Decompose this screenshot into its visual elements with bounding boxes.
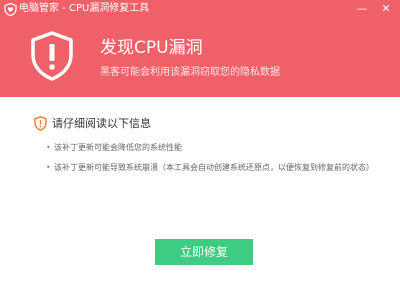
list-item: • 该补丁更新可能导致系统崩溃（本工具会自动创建系统还原点，以便恢复到修复前的状…	[46, 158, 374, 178]
minimize-button[interactable]: —	[352, 0, 372, 18]
bullet: •	[46, 163, 51, 172]
list-item: • 该补丁更新可能会降低您的系统性能	[46, 138, 374, 158]
close-button[interactable]: ✕	[376, 0, 396, 18]
repair-now-button[interactable]: 立即修复	[155, 239, 253, 265]
shield-heart-icon	[4, 3, 17, 16]
info-list: • 该补丁更新可能会降低您的系统性能 • 该补丁更新可能导致系统崩溃（本工具会自…	[46, 138, 374, 178]
alert-header: 电脑管家 - CPU漏洞修复工具 — ✕ 发现CPU漏洞 黑客可能会利用该漏洞窃…	[0, 0, 400, 97]
list-item-text: 该补丁更新可能导致系统崩溃（本工具会自动创建系统还原点，以便恢复到修复前的状态）	[54, 163, 374, 172]
headline: 发现CPU漏洞	[100, 38, 203, 58]
title-bar[interactable]: 电脑管家 - CPU漏洞修复工具 — ✕	[0, 0, 400, 20]
list-item-text: 该补丁更新可能会降低您的系统性能	[54, 143, 182, 152]
cpu-vulnerability-repair-window: 电脑管家 - CPU漏洞修复工具 — ✕ 发现CPU漏洞 黑客可能会利用该漏洞窃…	[0, 0, 400, 282]
window-title: 电脑管家 - CPU漏洞修复工具	[19, 3, 150, 14]
bullet: •	[46, 143, 51, 152]
warning-shield-icon	[34, 116, 47, 131]
shield-alert-icon	[31, 31, 73, 81]
notice-title: 请仔细阅读以下信息	[52, 117, 151, 130]
subheadline: 黑客可能会利用该漏洞窃取您的隐私数据	[100, 67, 280, 78]
